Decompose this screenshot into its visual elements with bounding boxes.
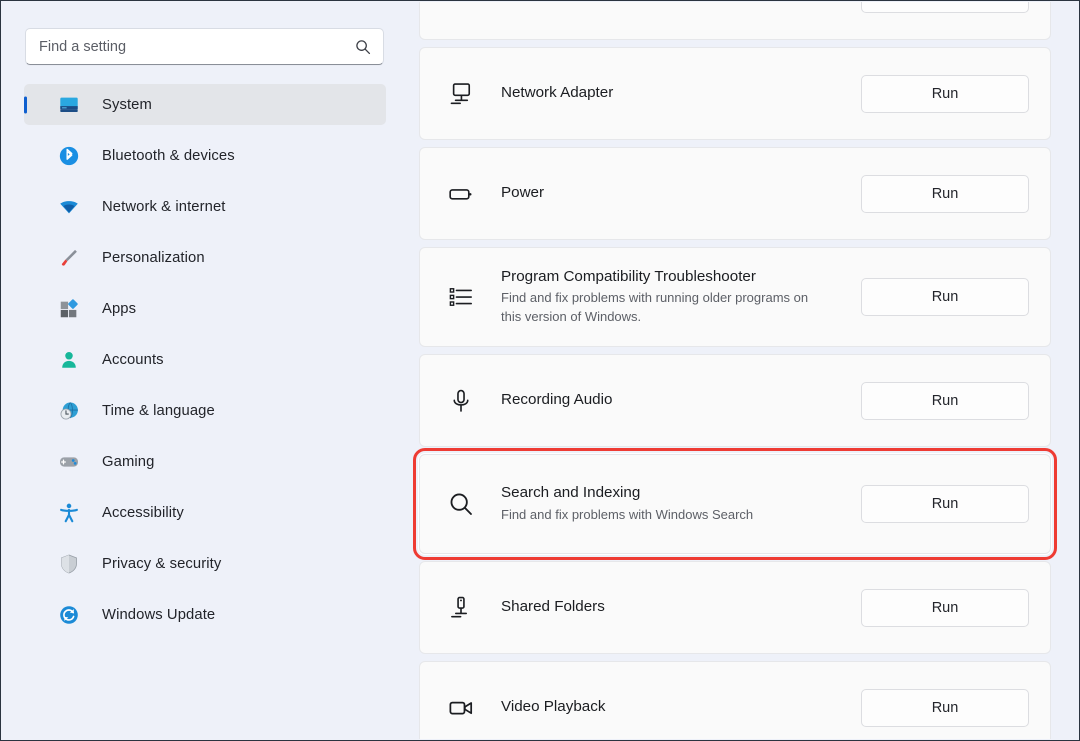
run-button[interactable]: Run xyxy=(861,589,1029,627)
sidebar-item-label: Accounts xyxy=(102,352,164,368)
troubleshooter-text: Power xyxy=(501,183,861,204)
troubleshooter-row[interactable]: PowerRun xyxy=(419,147,1051,240)
shield-icon xyxy=(58,553,80,575)
troubleshooter-title: Keyboard xyxy=(501,2,861,4)
bluetooth-icon xyxy=(58,145,80,167)
sidebar-item-label: Bluetooth & devices xyxy=(102,148,235,164)
troubleshooter-text: Search and Indexing Find and fix problems… xyxy=(501,483,861,524)
sidebar-item-label: Windows Update xyxy=(102,607,215,623)
wifi-icon xyxy=(58,196,80,218)
run-button[interactable]: Run xyxy=(861,689,1029,727)
update-refresh-icon xyxy=(58,604,80,626)
accessibility-icon xyxy=(58,502,80,524)
search-input[interactable] xyxy=(39,39,355,55)
sidebar-item-windows-update[interactable]: Windows Update xyxy=(24,594,386,635)
keyboard-icon xyxy=(448,2,474,7)
network-adapter-icon xyxy=(448,81,474,107)
battery-icon xyxy=(448,181,474,207)
person-icon xyxy=(58,349,80,371)
list-icon xyxy=(448,284,474,310)
troubleshooter-title: Program Compatibility Troubleshooter xyxy=(501,267,861,288)
paintbrush-icon xyxy=(58,247,80,269)
sidebar-item-label: System xyxy=(102,97,152,113)
sidebar-nav: System Bluetooth & devices Network & int… xyxy=(2,84,408,635)
troubleshooter-text: Video Playback xyxy=(501,697,861,718)
sidebar-item-label: Personalization xyxy=(102,250,205,266)
troubleshooter-title: Search and Indexing xyxy=(501,483,861,504)
troubleshooter-description: Find and fix problems with Windows Searc… xyxy=(501,506,831,525)
troubleshooter-text: Program Compatibility TroubleshooterFind… xyxy=(501,267,861,327)
troubleshooter-title: Shared Folders xyxy=(501,597,861,618)
sidebar-item-personalization[interactable]: Personalization xyxy=(24,237,386,278)
sidebar-item-accounts[interactable]: Accounts xyxy=(24,339,386,380)
run-button[interactable]: Run xyxy=(861,278,1029,316)
sidebar-item-label: Accessibility xyxy=(102,505,184,521)
shared-folders-icon xyxy=(448,595,474,621)
search-box[interactable] xyxy=(25,28,384,65)
run-button[interactable]: Run xyxy=(861,175,1029,213)
sidebar-item-privacy-security[interactable]: Privacy & security xyxy=(24,543,386,584)
sidebar-item-system[interactable]: System xyxy=(24,84,386,125)
troubleshooter-title: Power xyxy=(501,183,861,204)
sidebar-item-bluetooth-devices[interactable]: Bluetooth & devices xyxy=(24,135,386,176)
search-magnifier-icon xyxy=(448,491,474,517)
troubleshooter-title: Recording Audio xyxy=(501,390,861,411)
search-container xyxy=(25,28,384,65)
troubleshooter-text: Recording Audio xyxy=(501,390,861,411)
troubleshooter-row[interactable]: KeyboardRun xyxy=(419,2,1051,40)
main-content: KeyboardRun Network AdapterRun PowerRun … xyxy=(408,2,1078,739)
microphone-icon xyxy=(448,388,474,414)
sidebar-item-label: Privacy & security xyxy=(102,556,221,572)
sidebar-item-label: Apps xyxy=(102,301,136,317)
sidebar-item-gaming[interactable]: Gaming xyxy=(24,441,386,482)
troubleshooter-title: Network Adapter xyxy=(501,83,861,104)
sidebar-item-label: Network & internet xyxy=(102,199,226,215)
troubleshooter-row[interactable]: Network AdapterRun xyxy=(419,47,1051,140)
troubleshooter-row[interactable]: Recording AudioRun xyxy=(419,354,1051,447)
sidebar-item-apps[interactable]: Apps xyxy=(24,288,386,329)
video-camera-icon xyxy=(448,695,474,721)
apps-icon xyxy=(58,298,80,320)
search-icon xyxy=(355,39,371,55)
run-button[interactable]: Run xyxy=(861,485,1029,523)
run-button[interactable]: Run xyxy=(861,382,1029,420)
troubleshooter-row[interactable]: Program Compatibility TroubleshooterFind… xyxy=(419,247,1051,347)
clock-globe-icon xyxy=(58,400,80,422)
troubleshooter-description: Find and fix problems with running older… xyxy=(501,289,831,327)
settings-window: System Bluetooth & devices Network & int… xyxy=(2,2,1078,739)
sidebar-item-accessibility[interactable]: Accessibility xyxy=(24,492,386,533)
gamepad-icon xyxy=(58,451,80,473)
sidebar-item-label: Time & language xyxy=(102,403,215,419)
troubleshooter-text: Network Adapter xyxy=(501,83,861,104)
monitor-icon xyxy=(58,94,80,116)
run-button[interactable]: Run xyxy=(861,75,1029,113)
troubleshooter-title: Video Playback xyxy=(501,697,861,718)
troubleshooter-text: Shared Folders xyxy=(501,597,861,618)
run-button[interactable]: Run xyxy=(861,2,1029,13)
sidebar: System Bluetooth & devices Network & int… xyxy=(2,2,408,739)
troubleshooter-list: KeyboardRun Network AdapterRun PowerRun … xyxy=(419,2,1051,739)
troubleshooter-row[interactable]: Video PlaybackRun xyxy=(419,661,1051,739)
sidebar-item-time-language[interactable]: Time & language xyxy=(24,390,386,431)
sidebar-item-label: Gaming xyxy=(102,454,154,470)
troubleshooter-row[interactable]: Search and Indexing Find and fix problems… xyxy=(419,454,1051,554)
troubleshooter-row[interactable]: Shared FoldersRun xyxy=(419,561,1051,654)
sidebar-item-network-internet[interactable]: Network & internet xyxy=(24,186,386,227)
troubleshooter-text: Keyboard xyxy=(501,2,861,4)
